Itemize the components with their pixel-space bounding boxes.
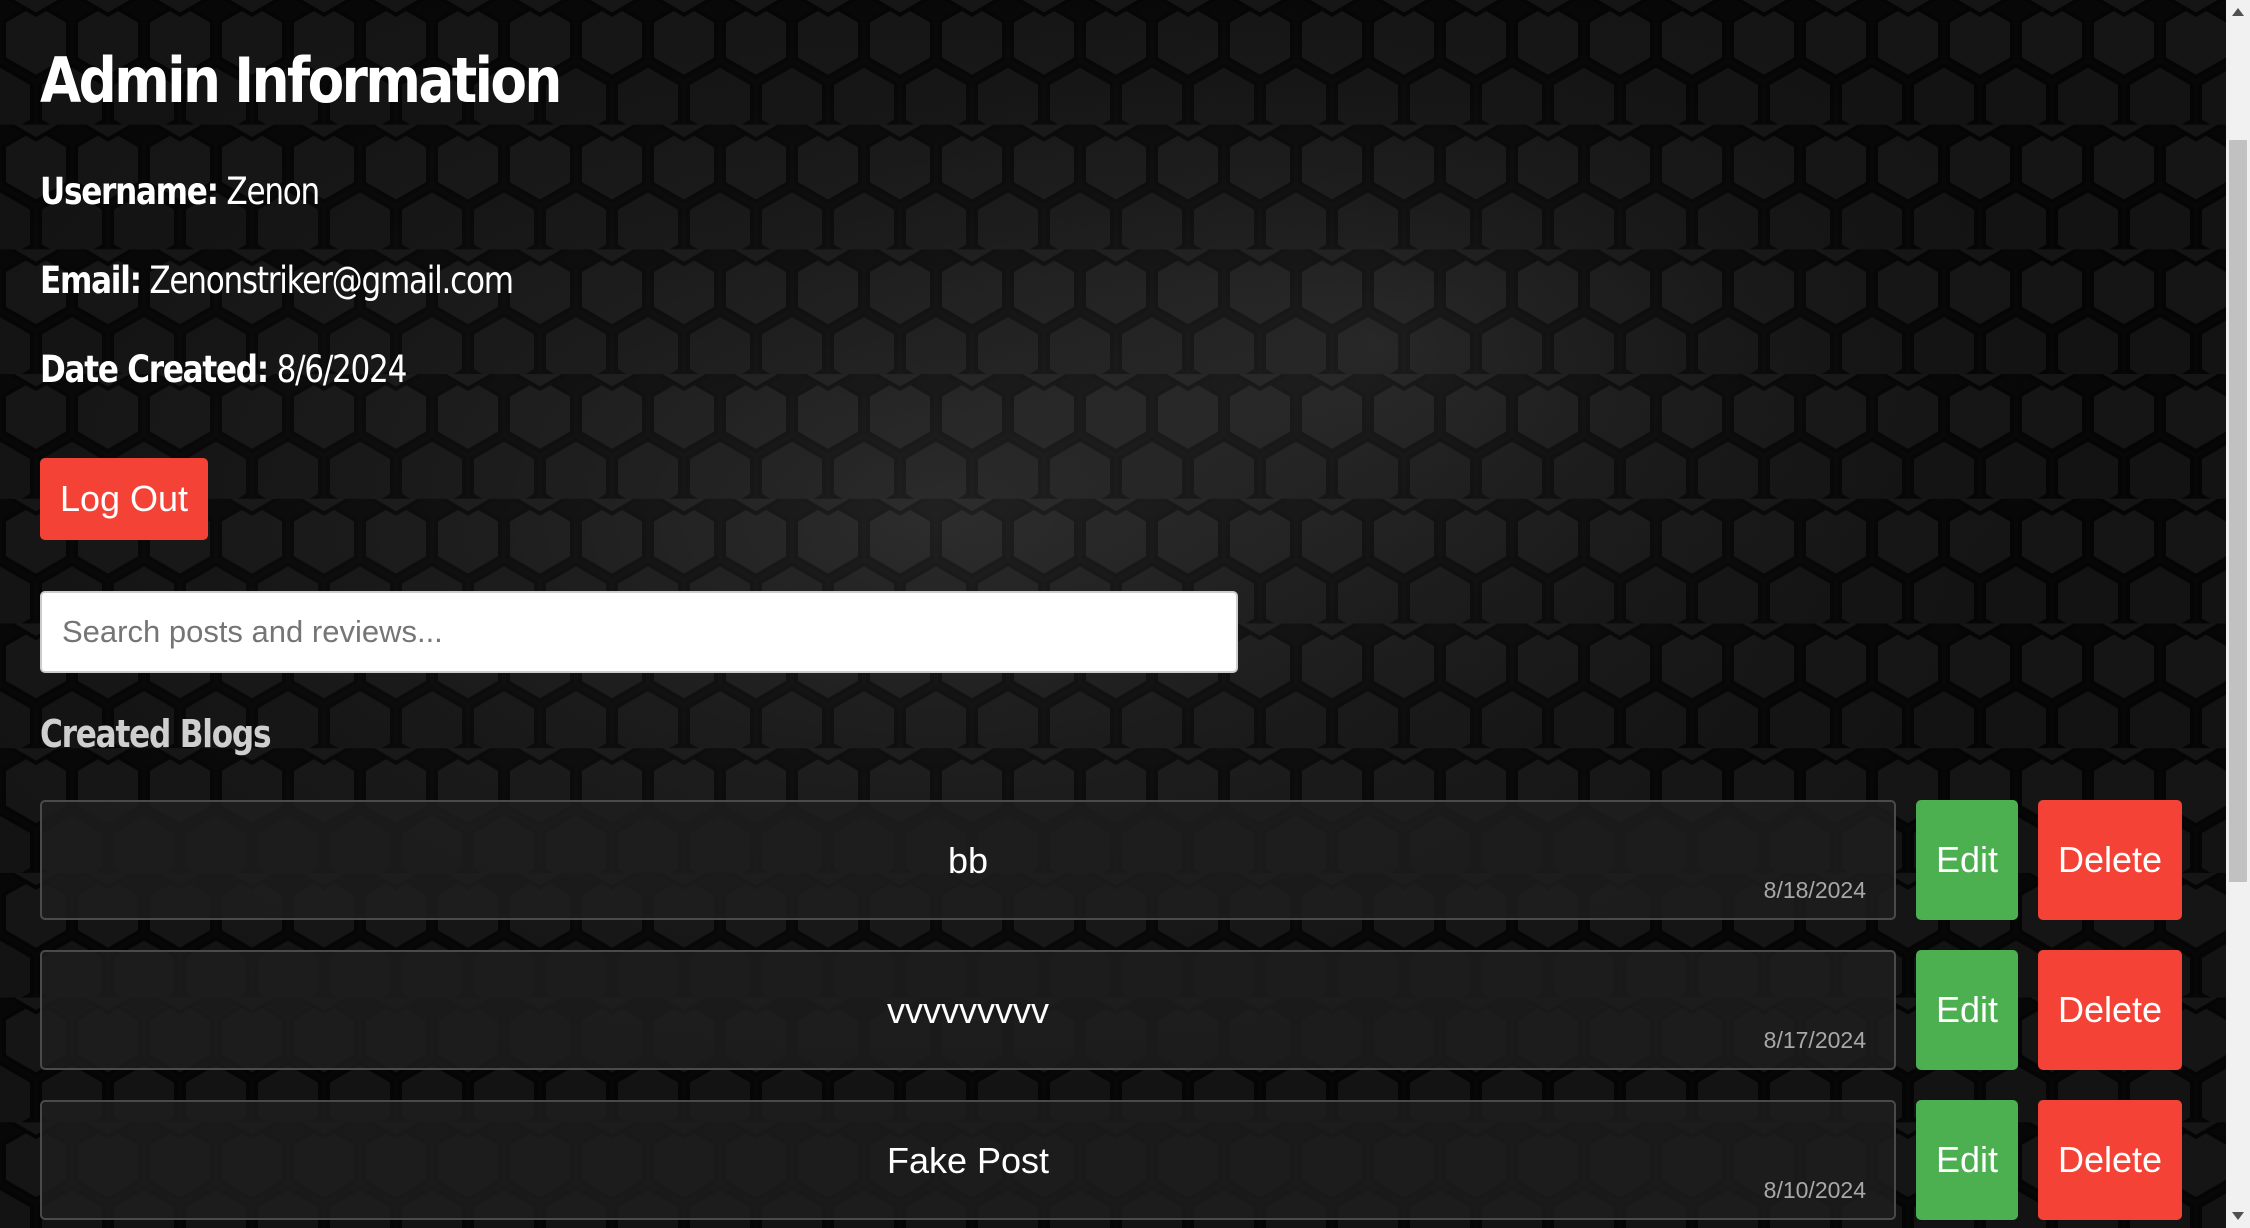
- search-input[interactable]: [40, 591, 1238, 673]
- blog-card[interactable]: bb 8/18/2024: [40, 800, 1896, 920]
- logout-button[interactable]: Log Out: [40, 458, 208, 540]
- blog-title: bb: [947, 840, 989, 881]
- email-value: Zenonstriker@gmail.com: [149, 259, 514, 302]
- created-blogs-heading: Created Blogs: [40, 712, 272, 756]
- page-viewport: Admin Information Username: Zenon Email:…: [0, 0, 2226, 1228]
- blog-title: Fake Post: [886, 1140, 1050, 1181]
- email-label: Email:: [40, 259, 142, 302]
- blog-date: 8/17/2024: [1763, 1027, 1866, 1053]
- blog-date: 8/18/2024: [1763, 877, 1866, 903]
- scrollbar-thumb[interactable]: [2229, 140, 2247, 882]
- edit-button[interactable]: Edit: [1916, 800, 2018, 920]
- blog-row: bb 8/18/2024 Edit Delete: [40, 800, 2190, 920]
- blog-card[interactable]: vvvvvvvvv 8/17/2024: [40, 950, 1896, 1070]
- date-created-label: Date Created:: [40, 348, 269, 391]
- vertical-scrollbar[interactable]: [2226, 0, 2250, 1228]
- blog-date: 8/10/2024: [1763, 1177, 1866, 1203]
- delete-button[interactable]: Delete: [2038, 1100, 2182, 1220]
- date-created-value: 8/6/2024: [276, 348, 408, 391]
- date-created-line: Date Created: 8/6/2024: [40, 348, 408, 391]
- blog-title: vvvvvvvvv: [887, 990, 1049, 1031]
- page-title: Admin Information: [40, 44, 562, 117]
- blog-card[interactable]: Fake Post 8/10/2024: [40, 1100, 1896, 1220]
- scroll-down-arrow-icon[interactable]: [2226, 1204, 2250, 1228]
- blog-row: vvvvvvvvv 8/17/2024 Edit Delete: [40, 950, 2190, 1070]
- edit-button[interactable]: Edit: [1916, 1100, 2018, 1220]
- delete-button[interactable]: Delete: [2038, 800, 2182, 920]
- username-value: Zenon: [226, 170, 320, 213]
- email-line: Email: Zenonstriker@gmail.com: [40, 259, 514, 302]
- blog-row: Fake Post 8/10/2024 Edit Delete: [40, 1100, 2190, 1220]
- edit-button[interactable]: Edit: [1916, 950, 2018, 1070]
- username-label: Username:: [40, 170, 219, 213]
- username-line: Username: Zenon: [40, 170, 320, 213]
- delete-button[interactable]: Delete: [2038, 950, 2182, 1070]
- scroll-up-arrow-icon[interactable]: [2226, 0, 2250, 24]
